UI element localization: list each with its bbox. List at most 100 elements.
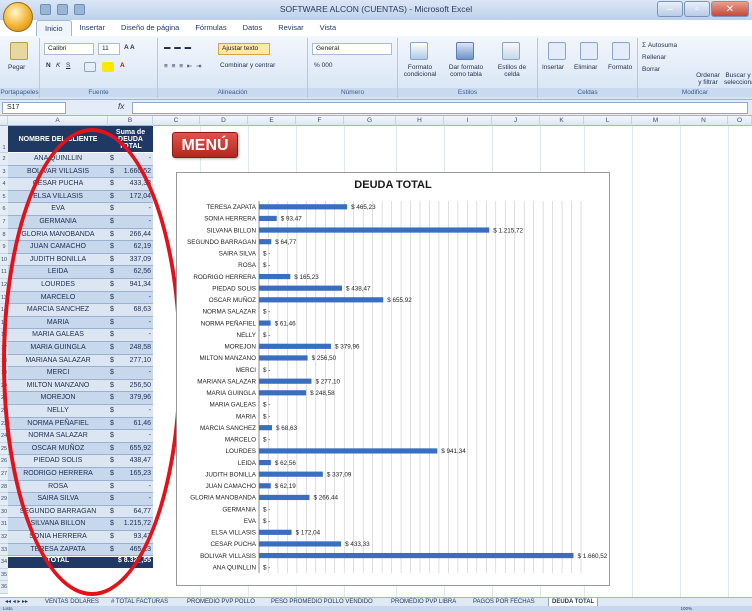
- chart-bar[interactable]: [259, 448, 438, 454]
- tab-vista[interactable]: Vista: [312, 20, 345, 36]
- row-header[interactable]: 12: [0, 279, 8, 292]
- insert-button[interactable]: Insertar: [542, 64, 564, 71]
- col-l[interactable]: L: [584, 116, 632, 126]
- table-row-value[interactable]: $465,23: [108, 543, 153, 557]
- chart-bar[interactable]: [259, 483, 271, 489]
- font-color-icon[interactable]: A: [120, 62, 125, 69]
- table-row-name[interactable]: MARIA: [8, 316, 108, 330]
- table-row-value[interactable]: $ -: [108, 480, 153, 494]
- fill-color-icon[interactable]: [102, 62, 114, 72]
- table-row-value[interactable]: $61,46: [108, 417, 153, 431]
- chart-bar[interactable]: [259, 215, 277, 222]
- table-row-name[interactable]: SEGUNDO BARRAGAN: [8, 505, 108, 519]
- table-row-value[interactable]: $337,09: [108, 253, 153, 267]
- table-row-value[interactable]: $ -: [108, 216, 153, 229]
- name-box[interactable]: S17: [2, 102, 66, 114]
- chart-bar[interactable]: [259, 471, 323, 477]
- table-row-name[interactable]: SONIA HERRERA: [8, 531, 108, 544]
- row-header[interactable]: 7: [0, 216, 8, 229]
- table-row-name[interactable]: LEIDA: [8, 266, 108, 279]
- row-header[interactable]: 4: [0, 178, 8, 191]
- italic-icon[interactable]: K: [56, 62, 60, 69]
- delete-button[interactable]: Eliminar: [574, 64, 597, 71]
- grow-font-icon[interactable]: A A: [124, 44, 135, 51]
- chart-bar[interactable]: [259, 204, 348, 210]
- col-m[interactable]: M: [632, 116, 680, 126]
- paste-button[interactable]: Pegar: [8, 64, 25, 71]
- autosum-button[interactable]: Σ Autosuma: [642, 42, 677, 49]
- row-header[interactable]: 25: [0, 442, 8, 456]
- row-header[interactable]: 9: [0, 241, 8, 254]
- chart-bar[interactable]: [259, 273, 291, 280]
- table-row-value[interactable]: $248,58: [108, 342, 153, 355]
- row-header[interactable]: 13: [0, 291, 8, 305]
- row-header[interactable]: 2: [0, 153, 8, 166]
- find-select-button[interactable]: Buscar y seleccionar: [724, 72, 752, 86]
- chart-bar[interactable]: [259, 494, 310, 501]
- row-header[interactable]: 15: [0, 316, 8, 330]
- col-d[interactable]: D: [200, 116, 248, 126]
- col-g[interactable]: G: [344, 116, 396, 126]
- table-row-name[interactable]: MOREJON: [8, 392, 108, 405]
- office-button[interactable]: [3, 2, 33, 32]
- row-header[interactable]: 26: [0, 455, 8, 468]
- col-i[interactable]: I: [444, 116, 492, 126]
- col-b[interactable]: B: [108, 116, 153, 126]
- table-row-name[interactable]: GERMANIA: [8, 216, 108, 229]
- row-header[interactable]: 24: [0, 430, 8, 443]
- debt-chart[interactable]: DEUDA TOTAL TERESA ZAPATA $ 465,23 SONIA H…: [176, 172, 610, 586]
- table-row-value[interactable]: $266,44: [108, 228, 153, 242]
- number-format-select[interactable]: General: [312, 43, 392, 55]
- format-table-button[interactable]: Dar formato como tabla: [444, 64, 488, 78]
- chart-bar[interactable]: [259, 378, 312, 384]
- row-header[interactable]: 29: [0, 493, 8, 506]
- col-o[interactable]: O: [728, 116, 752, 126]
- row-header[interactable]: 23: [0, 417, 8, 431]
- table-row-value[interactable]: $433,33: [108, 178, 153, 191]
- table-row-name[interactable]: ELSA VILLASIS: [8, 190, 108, 204]
- row-header[interactable]: 1: [0, 126, 8, 153]
- paste-icon[interactable]: [10, 42, 28, 60]
- chart-bar[interactable]: [259, 285, 343, 291]
- table-row-value[interactable]: $ -: [108, 203, 153, 216]
- chart-bar[interactable]: [259, 355, 308, 361]
- col-e[interactable]: E: [248, 116, 296, 126]
- row-header[interactable]: 11: [0, 266, 8, 279]
- chart-bar[interactable]: [259, 343, 331, 349]
- cell-styles-button[interactable]: Estilos de celda: [492, 64, 532, 78]
- font-name-select[interactable]: Calibri: [44, 43, 94, 55]
- chart-bar[interactable]: [259, 425, 272, 431]
- merge-center-button[interactable]: Combinar y centrar: [220, 62, 275, 69]
- table-row-name[interactable]: EVA: [8, 203, 108, 216]
- table-row-name[interactable]: LOURDES: [8, 279, 108, 292]
- row-header[interactable]: 22: [0, 405, 8, 418]
- col-n[interactable]: N: [680, 116, 728, 126]
- tab-formulas[interactable]: Fórmulas: [187, 20, 234, 36]
- table-row-name[interactable]: JUAN CAMACHO: [8, 241, 108, 254]
- format-cells-icon[interactable]: [612, 42, 630, 60]
- table-row-value[interactable]: $64,77: [108, 505, 153, 519]
- table-row-name[interactable]: MARCELO: [8, 291, 108, 305]
- table-row-value[interactable]: $68,63: [108, 304, 153, 317]
- table-row-value[interactable]: $172,04: [108, 190, 153, 204]
- formula-input[interactable]: [132, 102, 748, 114]
- font-size-select[interactable]: 11: [98, 43, 120, 55]
- format-table-icon[interactable]: [456, 42, 474, 60]
- table-row-value[interactable]: $1.660,52: [108, 165, 153, 179]
- format-button[interactable]: Formato: [608, 64, 632, 71]
- table-row-value[interactable]: $ -: [108, 367, 153, 380]
- table-row-value[interactable]: $ -: [108, 316, 153, 330]
- table-row-value[interactable]: $93,47: [108, 531, 153, 544]
- bold-icon[interactable]: N: [46, 62, 51, 69]
- align-left-icons[interactable]: ≡ ≡ ≡ ⇤ ⇥: [164, 62, 203, 70]
- row-header[interactable]: 32: [0, 531, 8, 544]
- table-row-name[interactable]: MARCIA SANCHEZ: [8, 304, 108, 317]
- menu-button[interactable]: MENÚ: [172, 132, 238, 158]
- table-row-name[interactable]: MARIA GALEAS: [8, 329, 108, 342]
- col-k[interactable]: K: [540, 116, 584, 126]
- row-header[interactable]: 33: [0, 543, 8, 557]
- table-row-value[interactable]: $ -: [108, 493, 153, 506]
- chart-bar[interactable]: [259, 227, 490, 233]
- table-row-value[interactable]: $941,34: [108, 279, 153, 292]
- row-header[interactable]: 30: [0, 505, 8, 519]
